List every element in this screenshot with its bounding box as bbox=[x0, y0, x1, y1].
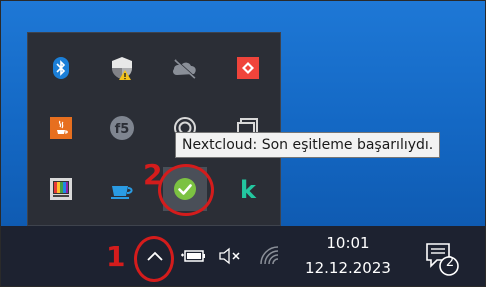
battery-icon[interactable] bbox=[178, 242, 210, 270]
java-icon[interactable] bbox=[41, 108, 81, 148]
tray-overflow-flyout: f5 k bbox=[27, 32, 281, 226]
volume-muted-icon[interactable] bbox=[215, 242, 245, 270]
notification-center-button[interactable]: 2 bbox=[418, 236, 462, 280]
taskbar: 10:01 12.12.2023 2 bbox=[0, 226, 486, 287]
wifi-icon[interactable] bbox=[255, 240, 285, 270]
nextcloud-tooltip: Nextcloud: Son eşitleme başarılıydı. bbox=[175, 132, 441, 158]
anydesk-icon[interactable] bbox=[228, 48, 268, 88]
annotation-number-1: 1 bbox=[106, 240, 126, 273]
coffee-cup-icon[interactable] bbox=[102, 169, 142, 209]
windows-security-icon[interactable] bbox=[102, 48, 142, 88]
notification-count-badge: 2 bbox=[445, 255, 455, 270]
bluetooth-icon[interactable] bbox=[41, 48, 81, 88]
annotation-circle-2 bbox=[158, 164, 214, 216]
onedrive-offline-icon[interactable] bbox=[165, 48, 205, 88]
clock-time: 10:01 bbox=[326, 234, 370, 252]
k-app-icon[interactable]: k bbox=[228, 169, 268, 209]
f5-icon[interactable]: f5 bbox=[102, 108, 142, 148]
clock-date: 12.12.2023 bbox=[305, 259, 391, 277]
annotation-circle-1 bbox=[134, 236, 174, 282]
color-palette-icon[interactable] bbox=[41, 169, 81, 209]
svg-text:k: k bbox=[240, 177, 257, 201]
svg-text:f5: f5 bbox=[115, 122, 130, 137]
